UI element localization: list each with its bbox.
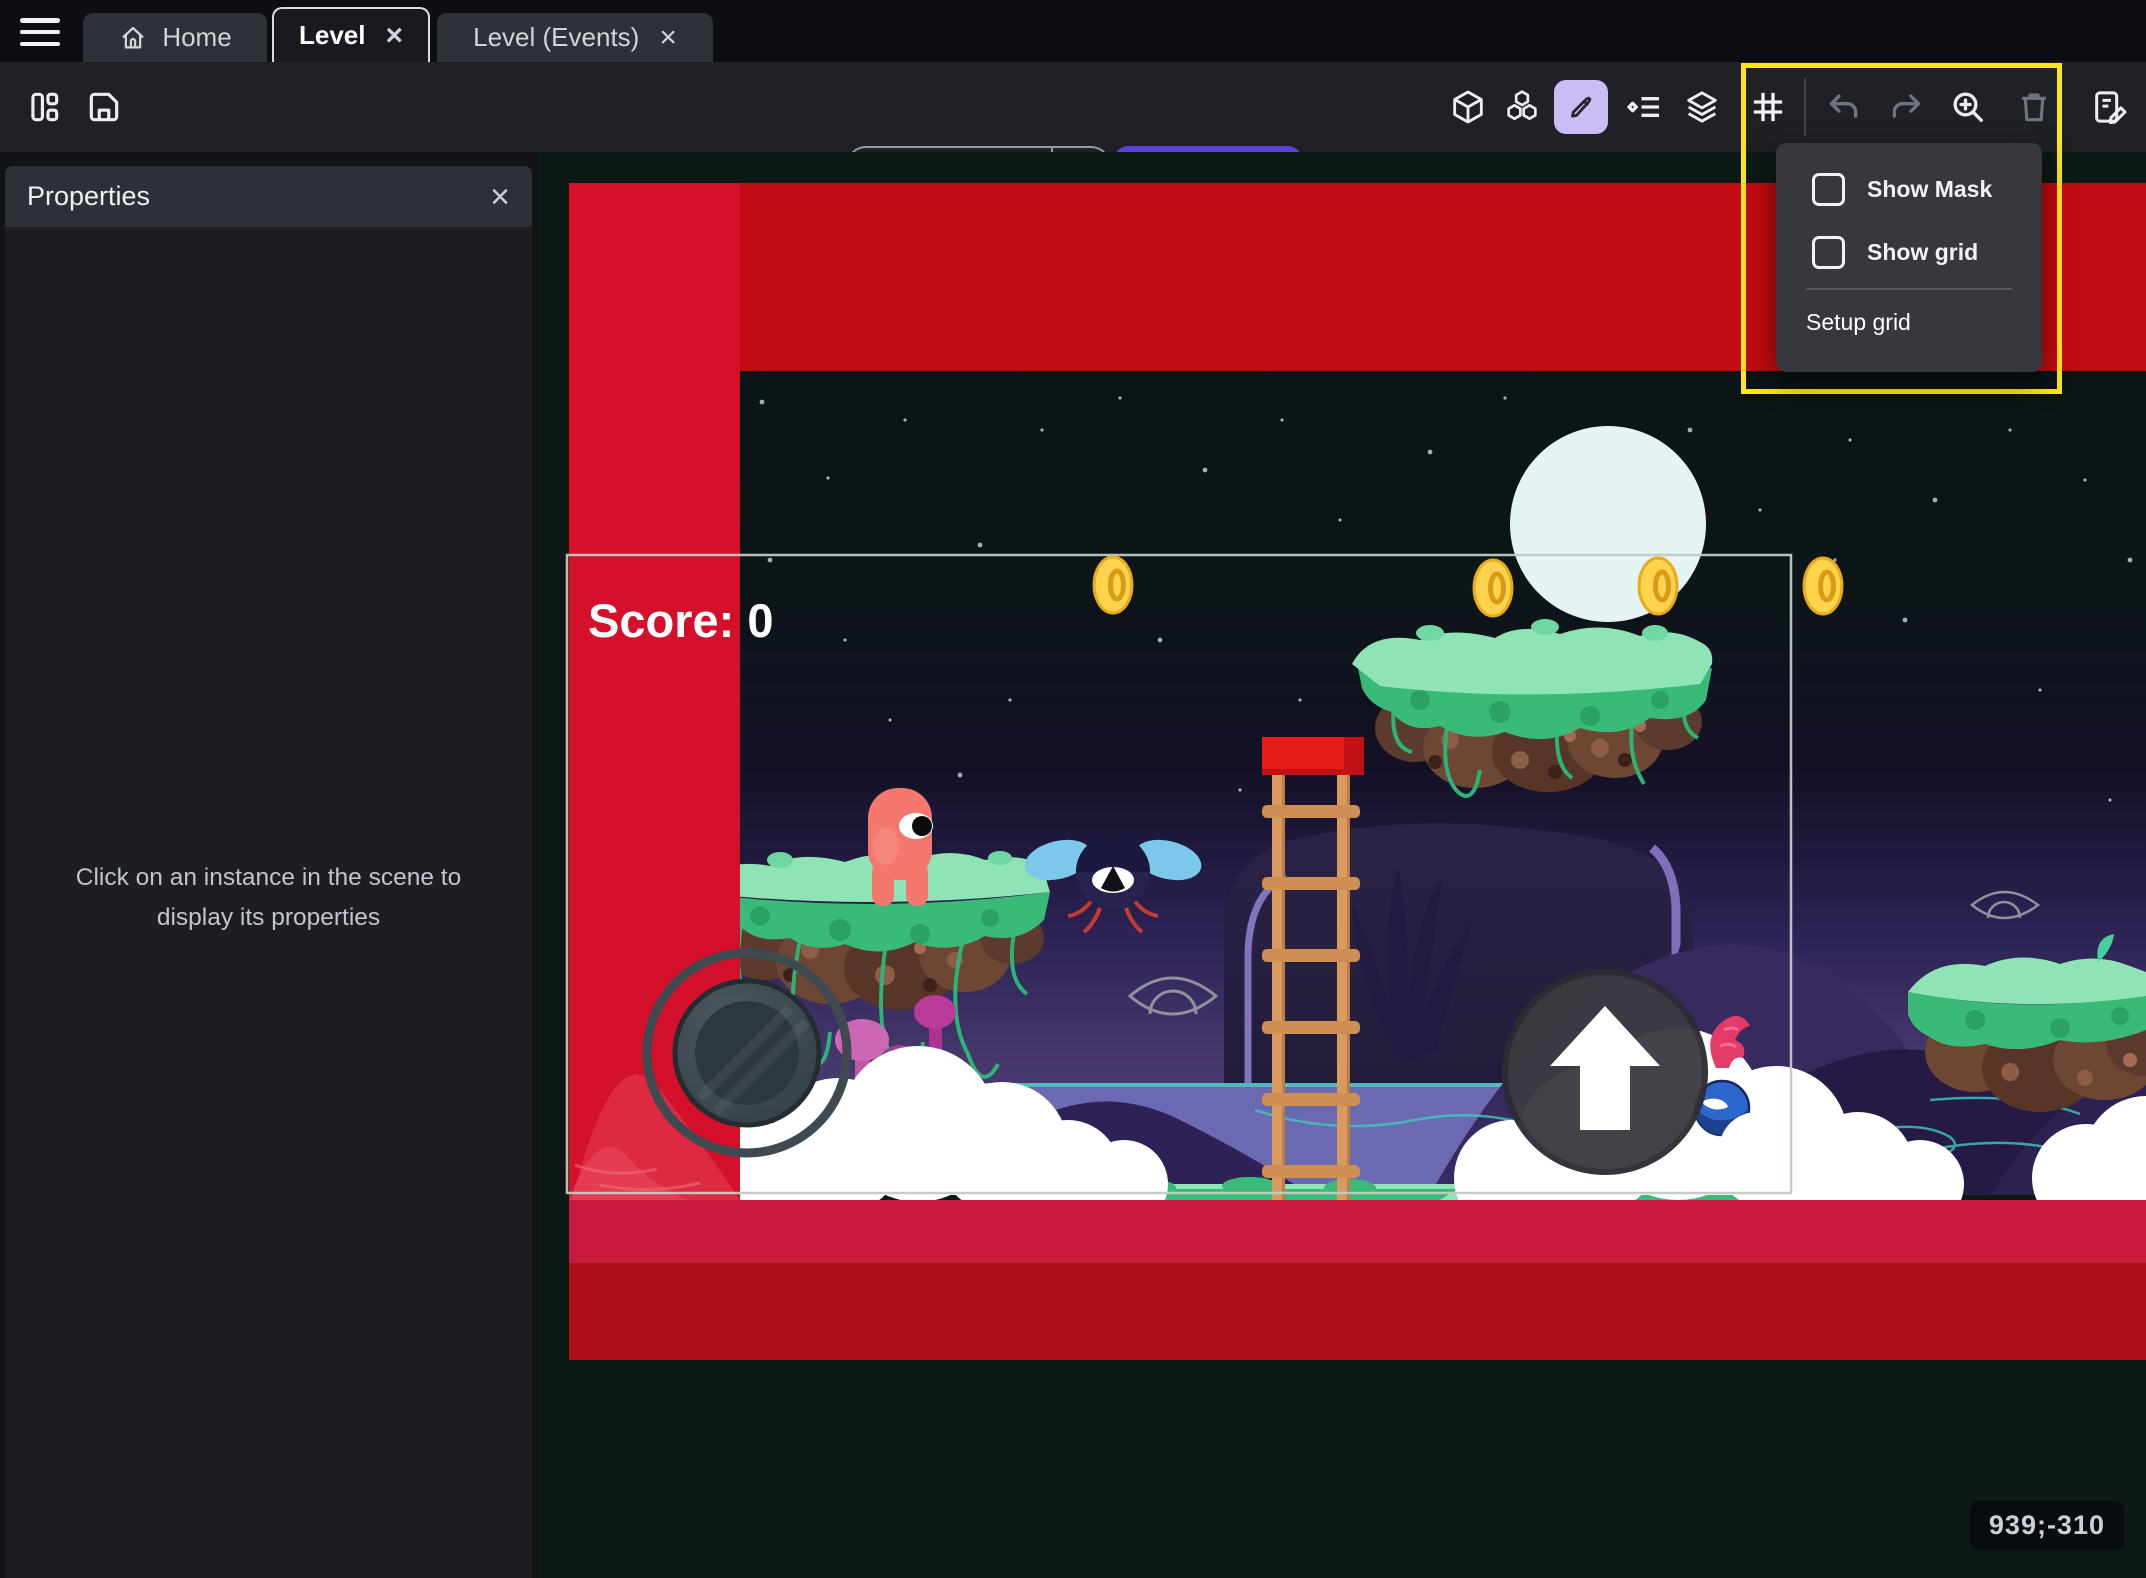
hamburger-menu-icon[interactable] bbox=[20, 18, 60, 46]
tab-level[interactable]: Level × bbox=[272, 7, 430, 62]
tab-level-label: Level bbox=[299, 20, 366, 51]
objects-list-icon[interactable] bbox=[1502, 87, 1542, 127]
cursor-coordinates-readout: 939;-310 bbox=[1970, 1501, 2124, 1550]
properties-panel-header: Properties × bbox=[5, 166, 532, 227]
show-grid-label: Show grid bbox=[1867, 239, 1978, 266]
redo-icon[interactable] bbox=[1886, 87, 1926, 127]
show-grid-checkbox[interactable] bbox=[1812, 236, 1845, 269]
delete-trash-icon[interactable] bbox=[2014, 87, 2054, 127]
layers-icon[interactable] bbox=[1682, 87, 1722, 127]
jump-button-instance[interactable] bbox=[1505, 972, 1705, 1172]
save-icon[interactable] bbox=[84, 87, 124, 127]
object-3d-icon[interactable] bbox=[1448, 87, 1488, 127]
editor-window: Home Level × Level (Events) × bbox=[0, 0, 2146, 1578]
menu-separator bbox=[1806, 288, 2012, 290]
grid-options-menu: Show Mask Show grid Setup grid bbox=[1776, 143, 2042, 372]
menu-item-show-mask[interactable]: Show Mask bbox=[1812, 173, 1992, 206]
score-text-instance[interactable]: Score: 0 bbox=[588, 594, 773, 647]
toolbar-separator bbox=[1804, 78, 1806, 136]
menu-item-show-grid[interactable]: Show grid bbox=[1812, 236, 1978, 269]
edit-mode-pencil-icon[interactable] bbox=[1554, 80, 1608, 134]
menu-item-setup-grid[interactable]: Setup grid bbox=[1806, 303, 1911, 342]
instances-list-icon[interactable] bbox=[1624, 87, 1664, 127]
grid-options-icon[interactable] bbox=[1748, 87, 1788, 127]
coin bbox=[1804, 558, 1842, 614]
tab-bar: Home Level × Level (Events) × bbox=[0, 0, 2146, 62]
tab-level-close-icon[interactable]: × bbox=[385, 21, 403, 51]
tab-home-label: Home bbox=[162, 22, 231, 53]
properties-panel-title: Properties bbox=[27, 181, 150, 212]
tab-home[interactable]: Home bbox=[83, 13, 267, 62]
undo-icon[interactable] bbox=[1824, 87, 1864, 127]
tab-level-events-label: Level (Events) bbox=[473, 22, 639, 53]
properties-panel: Properties × Click on an instance in the… bbox=[5, 166, 532, 1578]
tab-level-events-close-icon[interactable]: × bbox=[659, 23, 677, 53]
home-icon bbox=[118, 23, 148, 53]
edit-scene-properties-icon[interactable] bbox=[2090, 87, 2130, 127]
joystick-control-instance[interactable] bbox=[647, 953, 847, 1153]
properties-empty-hint: Click on an instance in the scene to dis… bbox=[5, 858, 532, 938]
coin bbox=[1639, 558, 1677, 614]
coin bbox=[1094, 557, 1132, 613]
show-mask-checkbox[interactable] bbox=[1812, 173, 1845, 206]
panels-layout-icon[interactable] bbox=[24, 87, 64, 127]
coin bbox=[1474, 560, 1512, 616]
show-mask-label: Show Mask bbox=[1867, 176, 1992, 203]
main-toolbar: Preview Publish bbox=[0, 62, 2146, 152]
tab-level-events[interactable]: Level (Events) × bbox=[437, 13, 713, 62]
zoom-in-icon[interactable] bbox=[1948, 87, 1988, 127]
properties-panel-close-icon[interactable]: × bbox=[490, 180, 510, 214]
